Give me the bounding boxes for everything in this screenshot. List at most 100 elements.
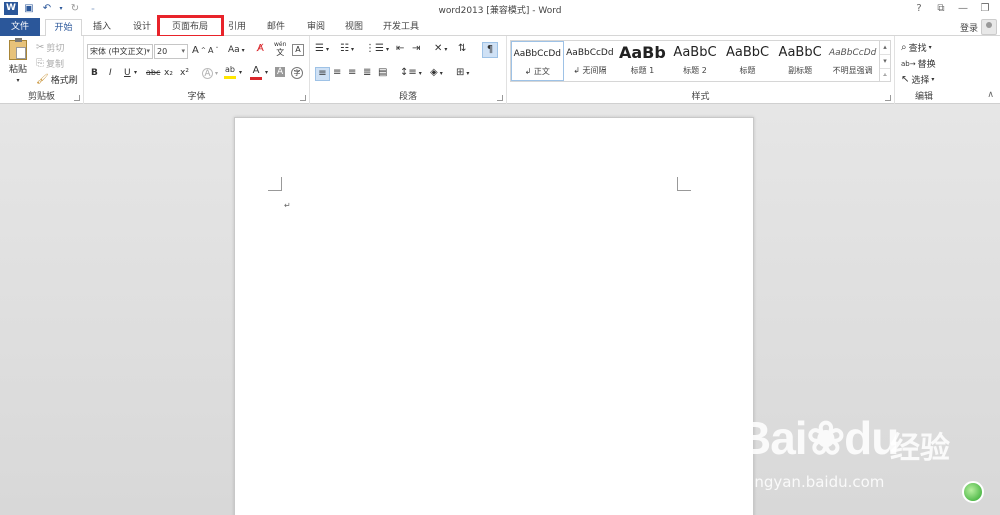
- char-border-icon: A: [292, 44, 304, 56]
- tab-view[interactable]: 视图: [336, 19, 372, 36]
- restore-button[interactable]: ❐: [974, 1, 996, 16]
- sort-button[interactable]: ⇅: [458, 44, 466, 54]
- style-preview: AaBbCcDd: [566, 48, 614, 58]
- paste-label: 粘贴: [8, 65, 27, 75]
- shrink-font-button[interactable]: Aˇ: [208, 46, 218, 55]
- replace-button[interactable]: ab→ 替换: [901, 57, 936, 71]
- paint-bucket-icon: ◈: [430, 67, 438, 78]
- style-heading-2[interactable]: AaBbC 标题 2: [669, 41, 722, 81]
- scroll-down-icon[interactable]: ▾: [880, 55, 890, 69]
- font-name-combo[interactable]: 宋体 (中文正文) ▾: [87, 44, 153, 59]
- find-button[interactable]: ⌕ 查找 ▾: [901, 41, 932, 54]
- cut-button[interactable]: ✂ 剪切: [36, 41, 64, 54]
- multilevel-list-button[interactable]: ⋮☰ ▾: [365, 44, 389, 54]
- increase-indent-button[interactable]: ⇥: [412, 44, 420, 54]
- style-name: 标题 2: [683, 66, 707, 75]
- char-shading-button[interactable]: A: [275, 67, 286, 77]
- font-color-button[interactable]: A: [250, 66, 262, 80]
- char-border-button[interactable]: A: [292, 44, 304, 56]
- highlight-color-button[interactable]: ab: [224, 66, 236, 79]
- chinese-layout-button[interactable]: ✕ ▾: [434, 44, 447, 54]
- numbering-button[interactable]: ☷ ▾: [340, 44, 354, 54]
- brush-icon: 🖌: [36, 73, 49, 85]
- tab-insert[interactable]: 插入: [84, 19, 120, 36]
- tab-design[interactable]: 设计: [124, 19, 160, 36]
- clipboard-group: 粘贴 ▾ ✂ 剪切 ⎘ 复制 🖌 格式刷 剪贴板: [0, 36, 84, 104]
- align-center-button[interactable]: ≡: [333, 68, 341, 78]
- binoculars-icon: ⌕: [901, 41, 907, 53]
- tab-review[interactable]: 审阅: [298, 19, 334, 36]
- italic-button[interactable]: I: [109, 68, 112, 78]
- style-normal[interactable]: AaBbCcDd ↲ 正文: [511, 41, 564, 81]
- scroll-up-icon[interactable]: ▴: [880, 41, 890, 55]
- tab-developer[interactable]: 开发工具: [376, 19, 426, 36]
- font-size-combo[interactable]: 20 ▾: [154, 44, 188, 59]
- clear-formatting-button[interactable]: A̸: [257, 44, 264, 54]
- justify-button[interactable]: ≣: [363, 68, 371, 78]
- font-color-dropdown-icon[interactable]: ▾: [265, 69, 268, 76]
- borders-button[interactable]: ⊞ ▾: [456, 68, 469, 78]
- paste-button[interactable]: 粘贴 ▾: [5, 38, 31, 84]
- decrease-indent-button[interactable]: ⇤: [396, 44, 404, 54]
- document-page[interactable]: ↵: [234, 117, 754, 515]
- align-left-icon: ≡: [318, 68, 327, 79]
- replace-label: 替换: [917, 60, 936, 70]
- ribbon-display-options-icon[interactable]: ⧉: [930, 1, 952, 16]
- eraser-icon: A̸: [257, 43, 264, 54]
- underline-button[interactable]: U: [124, 68, 131, 78]
- bullets-button[interactable]: ☰ ▾: [315, 44, 329, 54]
- title-bar: W ▣ ↶ ▾ ↻ ₌ word2013 [兼容模式] - Word ? ⧉ —…: [0, 0, 1000, 18]
- tab-page-layout[interactable]: 页面布局: [162, 19, 218, 36]
- strikethrough-button[interactable]: abc: [146, 68, 160, 77]
- paragraph-group: ☰ ▾ ☷ ▾ ⋮☰ ▾ ⇤ ⇥ ✕ ▾ ⇅ ¶ ≡ ≡ ≡ ≣ ▤ ↕≡ ▾ ◈ ▾ ⊞ ▾…: [310, 36, 507, 104]
- align-center-icon: ≡: [333, 67, 342, 78]
- style-heading-1[interactable]: AaBb 标题 1: [616, 41, 669, 81]
- login-link[interactable]: 登录: [960, 21, 978, 34]
- sort-icon: ⇅: [458, 43, 467, 54]
- bold-button[interactable]: B: [91, 68, 98, 78]
- tab-mailings[interactable]: 邮件: [258, 19, 294, 36]
- style-title[interactable]: AaBbC 标题: [721, 41, 774, 81]
- distributed-button[interactable]: ▤: [378, 68, 387, 78]
- style-subtitle[interactable]: AaBbC 副标题: [774, 41, 827, 81]
- format-painter-button[interactable]: 🖌 格式刷: [36, 73, 78, 86]
- paragraph-launcher-icon[interactable]: [497, 95, 503, 101]
- superscript-button[interactable]: x²: [180, 68, 189, 78]
- minimize-button[interactable]: —: [952, 1, 974, 16]
- style-no-spacing[interactable]: AaBbCcDd ↲ 无间隔: [564, 41, 617, 81]
- font-launcher-icon[interactable]: [300, 95, 306, 101]
- text-effects-button[interactable]: A ▾: [202, 68, 218, 79]
- more-styles-icon[interactable]: ⩡: [880, 69, 890, 82]
- underline-dropdown-icon[interactable]: ▾: [134, 69, 137, 76]
- phonetic-guide-button[interactable]: wén 文: [274, 42, 286, 57]
- highlight-dropdown-icon[interactable]: ▾: [239, 69, 242, 76]
- collapse-ribbon-icon[interactable]: ∧: [987, 90, 994, 100]
- show-hide-marks-button[interactable]: ¶: [482, 42, 498, 58]
- numbered-list-icon: ☷: [340, 43, 349, 54]
- shrink-font-icon: A: [208, 46, 214, 55]
- select-button[interactable]: ↖ 选择 ▾: [901, 73, 934, 86]
- style-preview: AaBbC: [673, 45, 717, 60]
- shading-button[interactable]: ◈ ▾: [430, 68, 443, 78]
- tab-file[interactable]: 文件: [0, 18, 40, 36]
- ribbon-tab-bar: 文件 开始 插入 设计 页面布局 引用 邮件 审阅 视图 开发工具 登录: [0, 18, 1000, 37]
- help-button[interactable]: ?: [908, 1, 930, 16]
- subscript-button[interactable]: x₂: [164, 68, 173, 78]
- format-painter-label: 格式刷: [50, 76, 78, 86]
- grow-font-button[interactable]: A ^: [192, 45, 206, 56]
- avatar[interactable]: [981, 19, 997, 35]
- styles-launcher-icon[interactable]: [885, 95, 891, 101]
- clipboard-launcher-icon[interactable]: [74, 95, 80, 101]
- align-left-button[interactable]: ≡: [315, 67, 330, 81]
- change-case-icon: Aa: [228, 45, 240, 55]
- style-preview: AaBbCcDd: [513, 49, 561, 59]
- change-case-button[interactable]: Aa ▾: [228, 45, 245, 55]
- tab-references[interactable]: 引用: [222, 19, 252, 36]
- copy-button[interactable]: ⎘ 复制: [36, 57, 64, 70]
- style-subtle-emphasis[interactable]: AaBbCcDd 不明显强调: [826, 41, 879, 81]
- line-spacing-button[interactable]: ↕≡ ▾: [400, 68, 422, 78]
- font-color-icon: A: [252, 65, 260, 76]
- align-right-button[interactable]: ≡: [348, 68, 356, 78]
- tab-home[interactable]: 开始: [45, 19, 82, 37]
- enclose-characters-button[interactable]: 字: [291, 67, 303, 79]
